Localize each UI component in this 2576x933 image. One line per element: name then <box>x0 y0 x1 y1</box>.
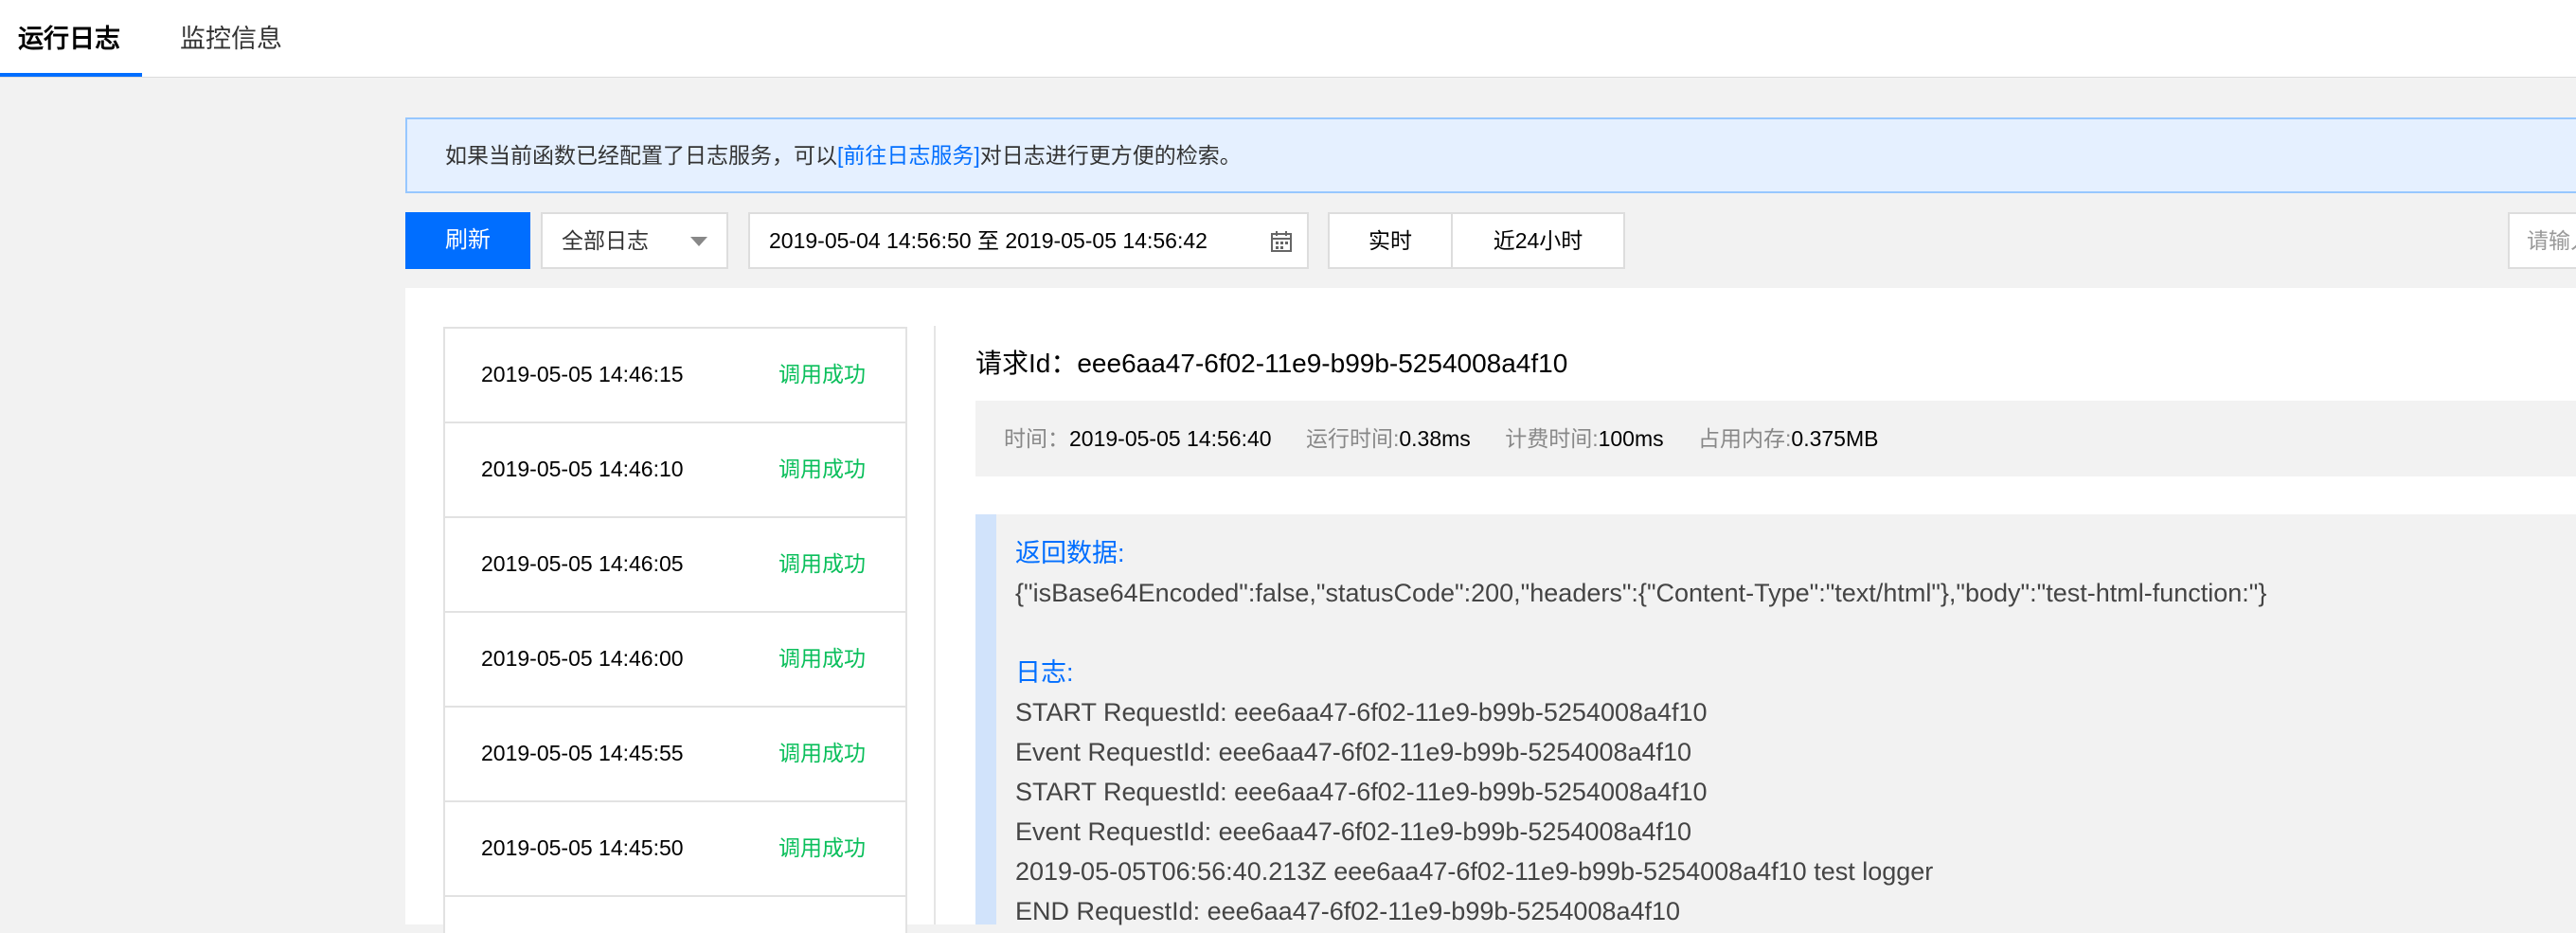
request-id-heading: 请求Id：eee6aa47-6f02-11e9-b99b-5254008a4f1… <box>975 343 1567 385</box>
status-badge: 调用成功 <box>778 835 866 860</box>
billed-time-label: 计费时间: <box>1505 426 1599 451</box>
banner-text-prefix: 如果当前函数已经配置了日志服务，可以 <box>445 143 837 168</box>
return-data-label: 返回数据: <box>1015 539 1125 567</box>
status-badge: 调用成功 <box>778 362 866 386</box>
info-banner: 如果当前函数已经配置了日志服务，可以[前往日志服务]对日志进行更方便的检索。 <box>405 117 2576 193</box>
status-badge: 调用成功 <box>778 551 866 576</box>
memory-value: 0.375MB <box>1791 426 1879 451</box>
request-id-label: 请求Id： <box>975 349 1078 378</box>
log-label: 日志: <box>1015 658 1074 687</box>
run-time-value: 0.38ms <box>1399 426 1471 451</box>
log-service-link[interactable]: [前往日志服务] <box>837 143 980 168</box>
log-time: 2019-05-05 14:45:50 <box>481 835 684 860</box>
log-list: 2019-05-05 14:46:15 调用成功 2019-05-05 14:4… <box>443 327 907 933</box>
billed-time-value: 100ms <box>1598 426 1664 451</box>
realtime-button[interactable]: 实时 <box>1328 212 1453 269</box>
tab-bar: 运行日志 监控信息 <box>0 0 2576 78</box>
search-input[interactable]: 请输入 <box>2508 212 2576 269</box>
request-id-value: eee6aa47-6f02-11e9-b99b-5254008a4f10 <box>1077 349 1568 378</box>
panel-divider <box>934 326 936 924</box>
date-range-picker[interactable]: 2019-05-04 14:56:50 至 2019-05-05 14:56:4… <box>748 212 1309 269</box>
log-line: Event RequestId: eee6aa47-6f02-11e9-b99b… <box>1015 738 1692 766</box>
active-tab-indicator <box>0 73 142 77</box>
log-time: 2019-05-05 14:46:10 <box>481 457 684 481</box>
list-item[interactable]: 2019-05-05 14:45:55 调用成功 <box>445 708 905 802</box>
status-badge: 调用成功 <box>778 741 866 765</box>
output-accent-bar <box>975 514 996 924</box>
log-filter-value: 全部日志 <box>562 228 649 253</box>
status-badge: 调用成功 <box>778 646 866 671</box>
log-line: Event RequestId: eee6aa47-6f02-11e9-b99b… <box>1015 817 1692 846</box>
return-data-value: {"isBase64Encoded":false,"statusCode":20… <box>1015 579 2267 607</box>
tab-monitoring[interactable]: 监控信息 <box>180 0 282 78</box>
last-24h-button[interactable]: 近24小时 <box>1451 212 1625 269</box>
log-time: 2019-05-05 14:46:05 <box>481 551 684 576</box>
status-badge: 调用成功 <box>778 457 866 481</box>
calendar-icon <box>1271 231 1292 252</box>
list-item[interactable]: 2019-05-05 14:46:05 调用成功 <box>445 518 905 613</box>
log-time: 2019-05-05 14:46:15 <box>481 362 684 386</box>
list-item[interactable]: 2019-05-05 14:45:50 调用成功 <box>445 802 905 897</box>
log-time: 2019-05-05 14:45:55 <box>481 741 684 765</box>
memory-label: 占用内存: <box>1698 426 1792 451</box>
log-line: 2019-05-05T06:56:40.213Z eee6aa47-6f02-1… <box>1015 857 1934 886</box>
log-time: 2019-05-05 14:46:00 <box>481 646 684 671</box>
banner-text-suffix: 对日志进行更方便的检索。 <box>979 143 1242 168</box>
list-item[interactable]: 2019-05-05 14:46:15 调用成功 <box>445 329 905 423</box>
time-label: 时间： <box>1004 426 1069 451</box>
tab-run-logs[interactable]: 运行日志 <box>18 0 120 78</box>
log-line: END RequestId: eee6aa47-6f02-11e9-b99b-5… <box>1015 897 1681 925</box>
refresh-button[interactable]: 刷新 <box>405 212 530 269</box>
list-item[interactable]: 2019-05-05 14:46:00 调用成功 <box>445 613 905 708</box>
chevron-down-icon <box>690 237 707 246</box>
log-output: 返回数据: {"isBase64Encoded":false,"statusCo… <box>975 514 2576 925</box>
list-item[interactable]: 2019-05-05 14:46:10 调用成功 <box>445 423 905 518</box>
log-line: START RequestId: eee6aa47-6f02-11e9-b99b… <box>1015 698 1708 727</box>
time-value: 2019-05-05 14:56:40 <box>1069 426 1272 451</box>
log-filter-select[interactable]: 全部日志 <box>541 212 728 269</box>
log-line: START RequestId: eee6aa47-6f02-11e9-b99b… <box>1015 778 1708 806</box>
date-range-value: 2019-05-04 14:56:50 至 2019-05-05 14:56:4… <box>769 228 1208 253</box>
request-meta: 时间：2019-05-05 14:56:40 运行时间:0.38ms 计费时间:… <box>975 401 2576 476</box>
run-time-label: 运行时间: <box>1305 426 1400 451</box>
